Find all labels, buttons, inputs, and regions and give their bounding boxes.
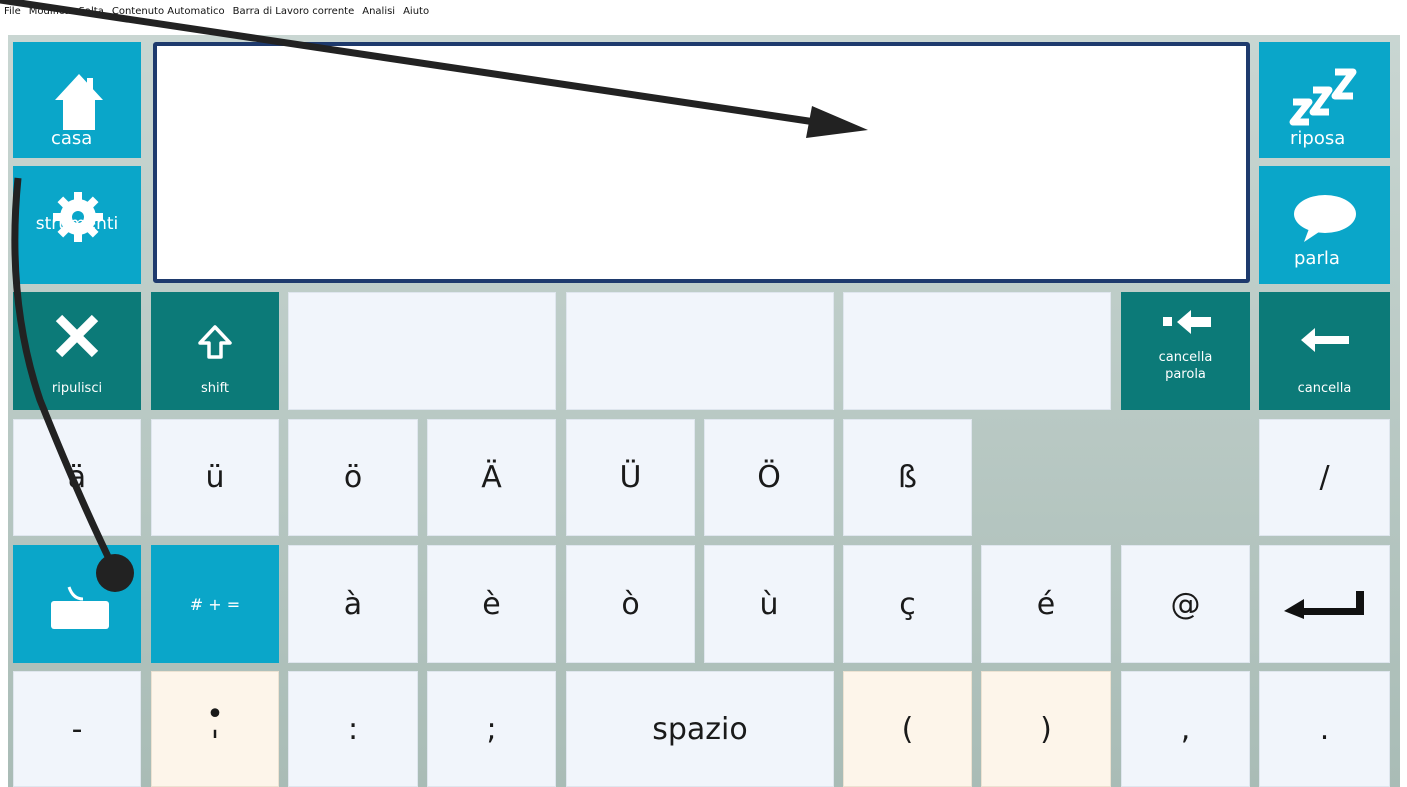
shift-arrow-icon: [198, 325, 232, 359]
key-dash[interactable]: -: [13, 671, 141, 787]
keyboard-switch-button[interactable]: [13, 545, 141, 663]
menu-salta[interactable]: Salta: [79, 6, 104, 17]
key-e-acute[interactable]: é: [981, 545, 1111, 663]
key-semicolon[interactable]: ;: [427, 671, 556, 787]
key-e-grave[interactable]: è: [427, 545, 556, 663]
prediction-slot-3[interactable]: [843, 292, 1111, 410]
key-U-umlaut[interactable]: Ü: [566, 419, 695, 536]
menu-bar: File Modifica Salta Contenuto Automatico…: [0, 0, 1407, 22]
home-button[interactable]: casa: [13, 42, 141, 158]
sleep-zzz-icon: [1289, 68, 1357, 126]
speak-button[interactable]: parla: [1259, 166, 1390, 284]
clear-label: ripulisci: [51, 381, 103, 396]
key-u-grave[interactable]: ù: [704, 545, 834, 663]
key-O-umlaut[interactable]: Ö: [704, 419, 834, 536]
key-slash[interactable]: /: [1259, 419, 1390, 536]
key-c-cedilla[interactable]: ç: [843, 545, 972, 663]
clear-button[interactable]: ripulisci: [13, 292, 141, 410]
key-at[interactable]: @: [1121, 545, 1250, 663]
speech-bubble-icon: [1294, 195, 1356, 242]
key-eszett[interactable]: ß: [843, 419, 972, 536]
menu-contenuto-automatico[interactable]: Contenuto Automatico: [112, 6, 225, 17]
enter-button[interactable]: [1259, 545, 1390, 663]
delete-word-icon: [1163, 310, 1211, 334]
prediction-slot-2[interactable]: [566, 292, 834, 410]
message-text-field[interactable]: [153, 42, 1250, 283]
key-A-umlaut[interactable]: Ä: [427, 419, 556, 536]
key-a-grave[interactable]: à: [288, 545, 418, 663]
key-colon[interactable]: :: [288, 671, 418, 787]
menu-analisi[interactable]: Analisi: [362, 6, 395, 17]
key-right-paren[interactable]: ): [981, 671, 1111, 787]
close-icon: [55, 314, 99, 358]
rest-label: riposa: [1290, 128, 1346, 149]
menu-aiuto[interactable]: Aiuto: [403, 6, 429, 17]
delete-button[interactable]: cancella: [1259, 292, 1390, 410]
key-comma[interactable]: ,: [1121, 671, 1250, 787]
prediction-slot-1[interactable]: [288, 292, 556, 410]
speak-label: parla: [1294, 248, 1340, 269]
key-left-paren[interactable]: (: [843, 671, 972, 787]
key-period[interactable]: .: [1259, 671, 1390, 787]
key-o-umlaut[interactable]: ö: [288, 419, 418, 536]
symbols-button[interactable]: # + =: [151, 545, 279, 663]
delete-label: cancella: [1297, 381, 1352, 396]
key-o-grave[interactable]: ò: [566, 545, 695, 663]
rest-button[interactable]: riposa: [1259, 42, 1390, 158]
empty-key-slot: [981, 419, 1250, 536]
tools-label: strumenti: [35, 214, 119, 234]
shift-button[interactable]: shift: [151, 292, 279, 410]
backspace-arrow-icon: [1301, 328, 1349, 352]
keyboard-panel: casa strumenti riposa parla ripulisci sh…: [8, 35, 1400, 787]
key-u-umlaut[interactable]: ü: [151, 419, 279, 536]
enter-arrow-icon: [1283, 591, 1364, 619]
shift-label: shift: [200, 381, 230, 396]
space-key[interactable]: spazio: [566, 671, 834, 787]
home-icon: [55, 74, 103, 130]
menu-file[interactable]: File: [4, 6, 21, 17]
menu-modifica[interactable]: Modifica: [29, 6, 71, 17]
tools-button[interactable]: strumenti: [13, 166, 141, 284]
key-semicolon-bottom: ': [210, 725, 220, 760]
home-label: casa: [51, 128, 93, 149]
delete-word-label-2: parola: [1165, 367, 1206, 382]
delete-word-button[interactable]: cancella parola: [1121, 292, 1250, 410]
menu-barra-di-lavoro[interactable]: Barra di Lavoro corrente: [233, 6, 355, 17]
delete-word-label-1: cancella: [1158, 350, 1213, 365]
keyboard-icon: [51, 586, 109, 629]
key-semicolon-combo[interactable]: • ': [151, 671, 279, 787]
key-a-umlaut[interactable]: ä: [13, 419, 141, 536]
